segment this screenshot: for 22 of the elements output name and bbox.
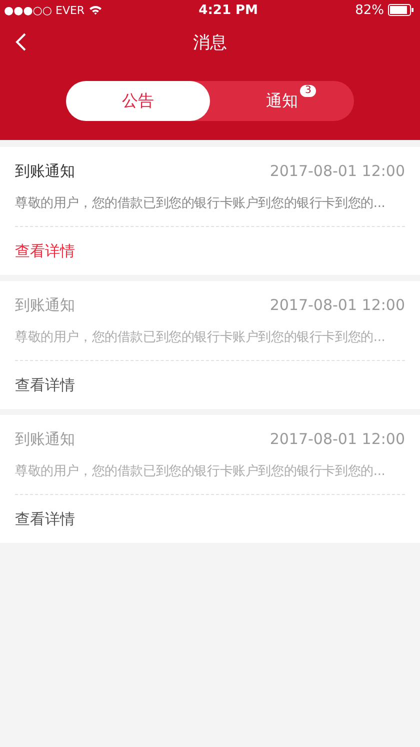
message-title: 到账通知: [15, 162, 75, 180]
wifi-icon: [88, 5, 102, 15]
carrier-text: ●●●○○ EVER: [4, 4, 85, 16]
message-title: 到账通知: [15, 296, 75, 314]
message-body: 尊敬的用户，您的借款已到您的银行卡账户到您的银行卡到您的...: [15, 463, 386, 481]
message-time: 2017-08-01 12:00: [270, 296, 405, 314]
details-link[interactable]: 查看详情: [15, 227, 405, 275]
battery-icon: [388, 4, 414, 16]
message-title: 到账通知: [15, 430, 75, 448]
tab[interactable]: 公告: [66, 81, 210, 121]
message-time: 2017-08-01 12:00: [270, 162, 405, 180]
count-badge: 3: [300, 85, 316, 97]
page-title: 消息: [193, 32, 227, 54]
tab[interactable]: 通知 3: [210, 81, 354, 121]
back-icon[interactable]: [15, 32, 27, 52]
battery-text: 82%: [355, 2, 384, 18]
message-time: 2017-08-01 12:00: [270, 430, 405, 448]
details-link[interactable]: 查看详情: [15, 361, 405, 409]
clock-text: 4:21 PM: [198, 2, 258, 18]
message-body: 尊敬的用户，您的借款已到您的银行卡账户到您的银行卡到您的...: [15, 195, 386, 213]
details-link[interactable]: 查看详情: [15, 495, 405, 543]
message-body: 尊敬的用户，您的借款已到您的银行卡账户到您的银行卡到您的...: [15, 329, 386, 347]
